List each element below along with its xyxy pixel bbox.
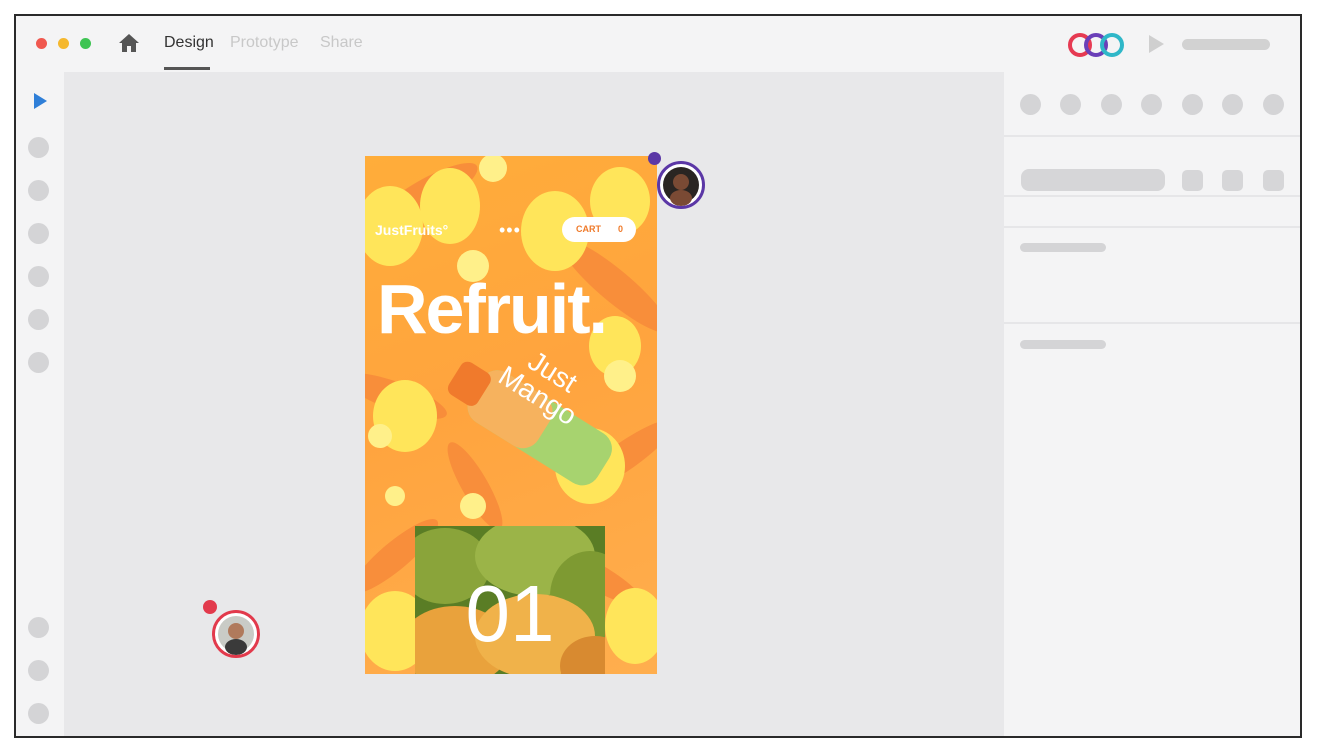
tool-rail — [16, 72, 64, 736]
brand-logo-text: JustFruits° — [375, 222, 449, 238]
inspector-section-label — [1020, 340, 1106, 349]
inspector-control-2[interactable] — [1060, 94, 1081, 115]
panel-divider — [1004, 226, 1300, 228]
tool-slot-6[interactable] — [28, 352, 49, 373]
tile-number: 01 — [465, 569, 555, 658]
tool-slot-1[interactable] — [28, 137, 49, 158]
inspector-section-label — [1020, 243, 1106, 252]
panel-divider — [1004, 195, 1300, 197]
tab-design[interactable]: Design — [164, 34, 214, 52]
tool-slot-2[interactable] — [28, 180, 49, 201]
tab-prototype[interactable]: Prototype — [230, 34, 298, 52]
tool-slot-5[interactable] — [28, 309, 49, 330]
cart-count: 0 — [618, 224, 624, 234]
user-name-placeholder[interactable] — [1182, 39, 1270, 50]
zoom-window-button[interactable] — [80, 38, 91, 49]
inspector-control-7[interactable] — [1263, 94, 1284, 115]
cart-label: CART — [576, 224, 601, 234]
inspector-control-6[interactable] — [1222, 94, 1243, 115]
artboard[interactable]: JustFruits° ••• CART 0 Refruit. Just Man… — [365, 156, 657, 674]
tab-share[interactable]: Share — [320, 34, 363, 52]
active-tab-indicator — [164, 67, 210, 70]
app-window: Design Prototype Share JustFruits° ••• C… — [14, 14, 1302, 738]
more-menu-icon[interactable]: ••• — [499, 220, 521, 241]
avatar-icon — [663, 167, 699, 206]
product-tile[interactable]: 01 — [415, 526, 605, 674]
panel-divider — [1004, 135, 1300, 137]
hero-headline: Refruit. — [377, 270, 608, 348]
tool-slot-8[interactable] — [28, 660, 49, 681]
play-preview-icon[interactable] — [1147, 34, 1165, 54]
collaborator-avatar-1[interactable] — [657, 161, 705, 209]
inspector-control-3[interactable] — [1101, 94, 1122, 115]
cart-button[interactable]: CART 0 — [562, 217, 636, 242]
collaborator-cursor-purple — [648, 152, 661, 165]
close-window-button[interactable] — [36, 38, 47, 49]
home-icon[interactable] — [117, 31, 141, 55]
collaborator-cursor-red — [203, 600, 217, 614]
panel-divider — [1004, 322, 1300, 324]
inspector-control-1[interactable] — [1020, 94, 1041, 115]
property-inspector — [1004, 72, 1300, 736]
tool-slot-9[interactable] — [28, 703, 49, 724]
title-bar: Design Prototype Share — [16, 16, 1300, 72]
inspector-toggle-1[interactable] — [1182, 170, 1203, 191]
collaborator-avatar-2[interactable] — [212, 610, 260, 658]
minimize-window-button[interactable] — [58, 38, 69, 49]
tool-slot-7[interactable] — [28, 617, 49, 638]
select-arrow-icon[interactable] — [32, 92, 48, 110]
inspector-control-4[interactable] — [1141, 94, 1162, 115]
tool-slot-4[interactable] — [28, 266, 49, 287]
inspector-control-5[interactable] — [1182, 94, 1203, 115]
collaboration-logo-icon — [1068, 33, 1124, 57]
tool-slot-3[interactable] — [28, 223, 49, 244]
inspector-field[interactable] — [1021, 169, 1165, 191]
inspector-toggle-2[interactable] — [1222, 170, 1243, 191]
inspector-toggle-3[interactable] — [1263, 170, 1284, 191]
avatar-icon — [218, 616, 254, 655]
